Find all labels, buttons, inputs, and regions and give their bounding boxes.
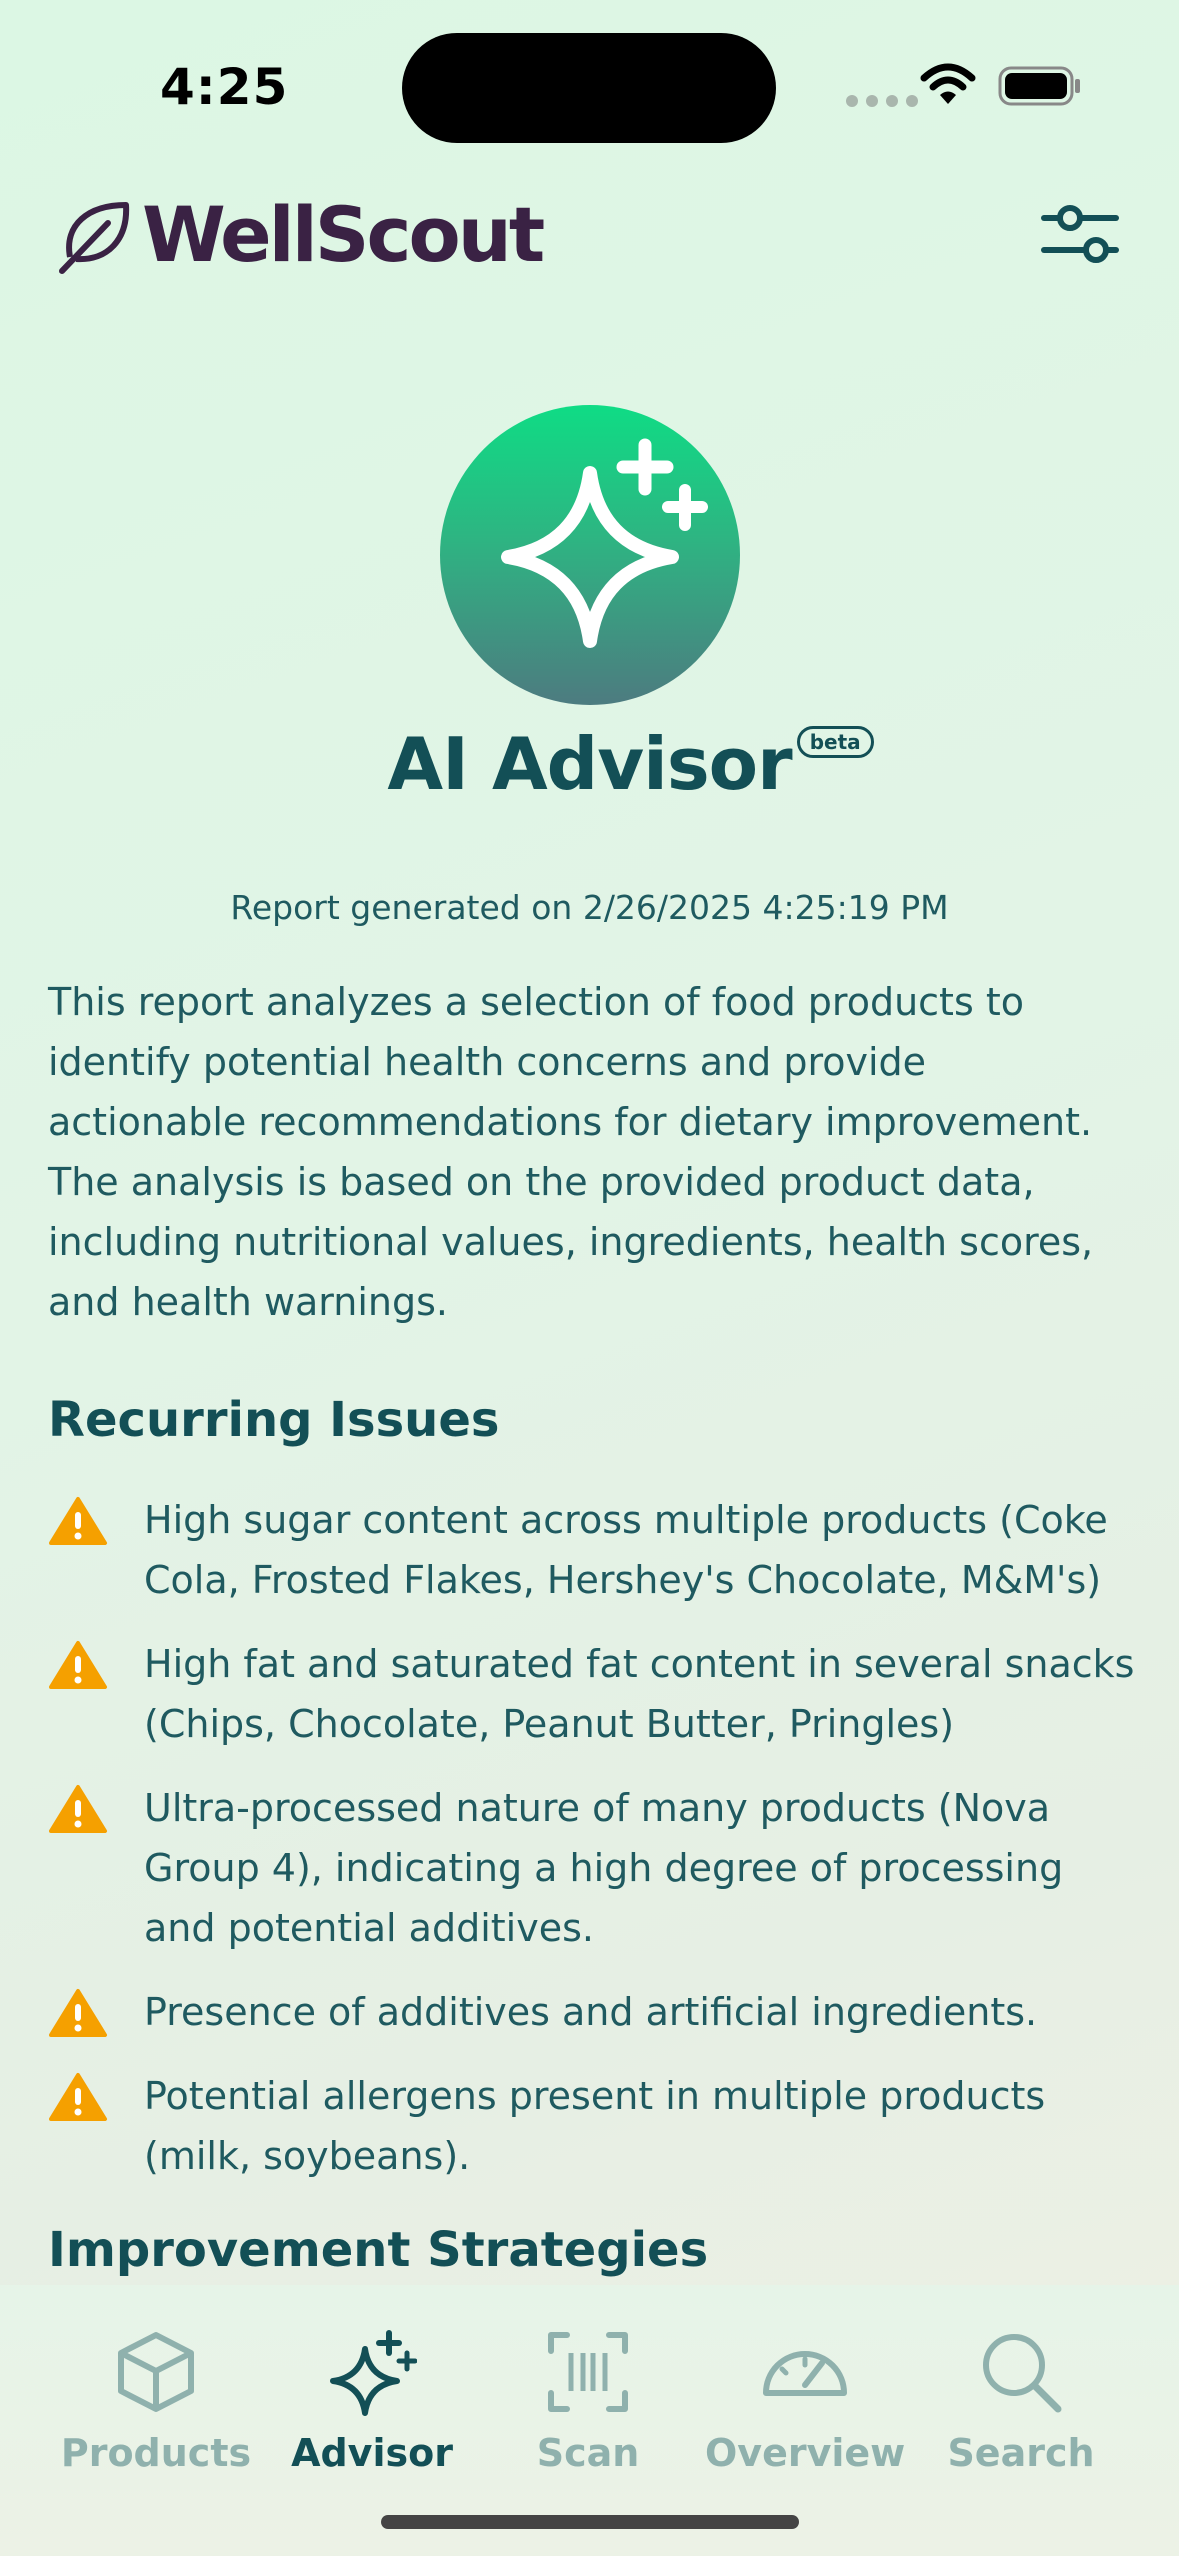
warning-icon (49, 1497, 107, 1545)
battery-icon (998, 66, 1080, 106)
list-item: Presence of additives and artificial ing… (48, 1982, 1148, 2042)
app-logo: WellScout (58, 190, 545, 280)
sliders-icon[interactable] (1040, 202, 1120, 268)
tab-scan[interactable]: Scan (488, 2327, 688, 2475)
warning-icon (49, 2073, 107, 2121)
tab-label: Products (60, 2431, 252, 2475)
list-item: Potential allergens present in multiple … (48, 2066, 1148, 2186)
issue-text: High sugar content across multiple produ… (144, 1498, 1108, 1602)
issue-text: Presence of additives and artificial ing… (144, 1990, 1038, 2034)
app-name: WellScout (142, 190, 545, 279)
wifi-icon (920, 63, 976, 104)
tab-overview[interactable]: Overview (705, 2327, 905, 2475)
status-bar: 4:25 (0, 0, 1179, 170)
list-item: Ultra-processed nature of many products … (48, 1778, 1148, 1958)
cellular-signal-icon (846, 95, 918, 107)
report-intro: This report analyzes a selection of food… (48, 980, 1094, 1324)
gauge-icon (763, 2351, 847, 2396)
leaf-icon (59, 202, 130, 274)
improvement-strategies-title: Improvement Strategies (48, 2222, 709, 2278)
tab-products[interactable]: Products (56, 2327, 256, 2475)
title-row: AI Advisor beta (0, 722, 1179, 806)
issue-text: Potential allergens present in multiple … (144, 2074, 1046, 2178)
report-generated-date: Report generated on 2/26/2025 4:25:19 PM (230, 888, 949, 927)
home-indicator[interactable] (381, 2515, 799, 2529)
cube-icon (118, 2332, 194, 2412)
search-icon (983, 2334, 1062, 2413)
list-item: High fat and saturated fat content in se… (48, 1634, 1148, 1754)
advisor-hero-icon (440, 405, 740, 705)
beta-badge: beta (796, 726, 874, 758)
tab-label: Overview (705, 2431, 906, 2475)
tab-label: Advisor (291, 2431, 453, 2475)
issue-text: High fat and saturated fat content in se… (144, 1642, 1135, 1746)
tab-search[interactable]: Search (921, 2327, 1121, 2475)
recurring-issues-list: High sugar content across multiple produ… (48, 1490, 1148, 2210)
warning-icon (49, 1989, 107, 2037)
dynamic-island (402, 33, 776, 143)
sparkles-icon (330, 2330, 417, 2416)
page-title: AI Advisor beta (387, 722, 874, 806)
status-time: 4:25 (160, 58, 289, 116)
tab-label: Scan (536, 2431, 640, 2475)
tab-label: Search (947, 2431, 1095, 2475)
page-title-text: AI Advisor (387, 722, 792, 806)
app-header: WellScout (0, 190, 1179, 280)
list-item: High sugar content across multiple produ… (48, 1490, 1148, 1610)
warning-icon (49, 1785, 107, 1833)
issue-text: Ultra-processed nature of many products … (144, 1786, 1064, 1950)
sparkles-icon (501, 438, 708, 648)
warning-icon (49, 1641, 107, 1689)
barcode-scan-icon (548, 2332, 628, 2412)
recurring-issues-title: Recurring Issues (48, 1392, 500, 1448)
tab-advisor[interactable]: Advisor (272, 2327, 472, 2475)
